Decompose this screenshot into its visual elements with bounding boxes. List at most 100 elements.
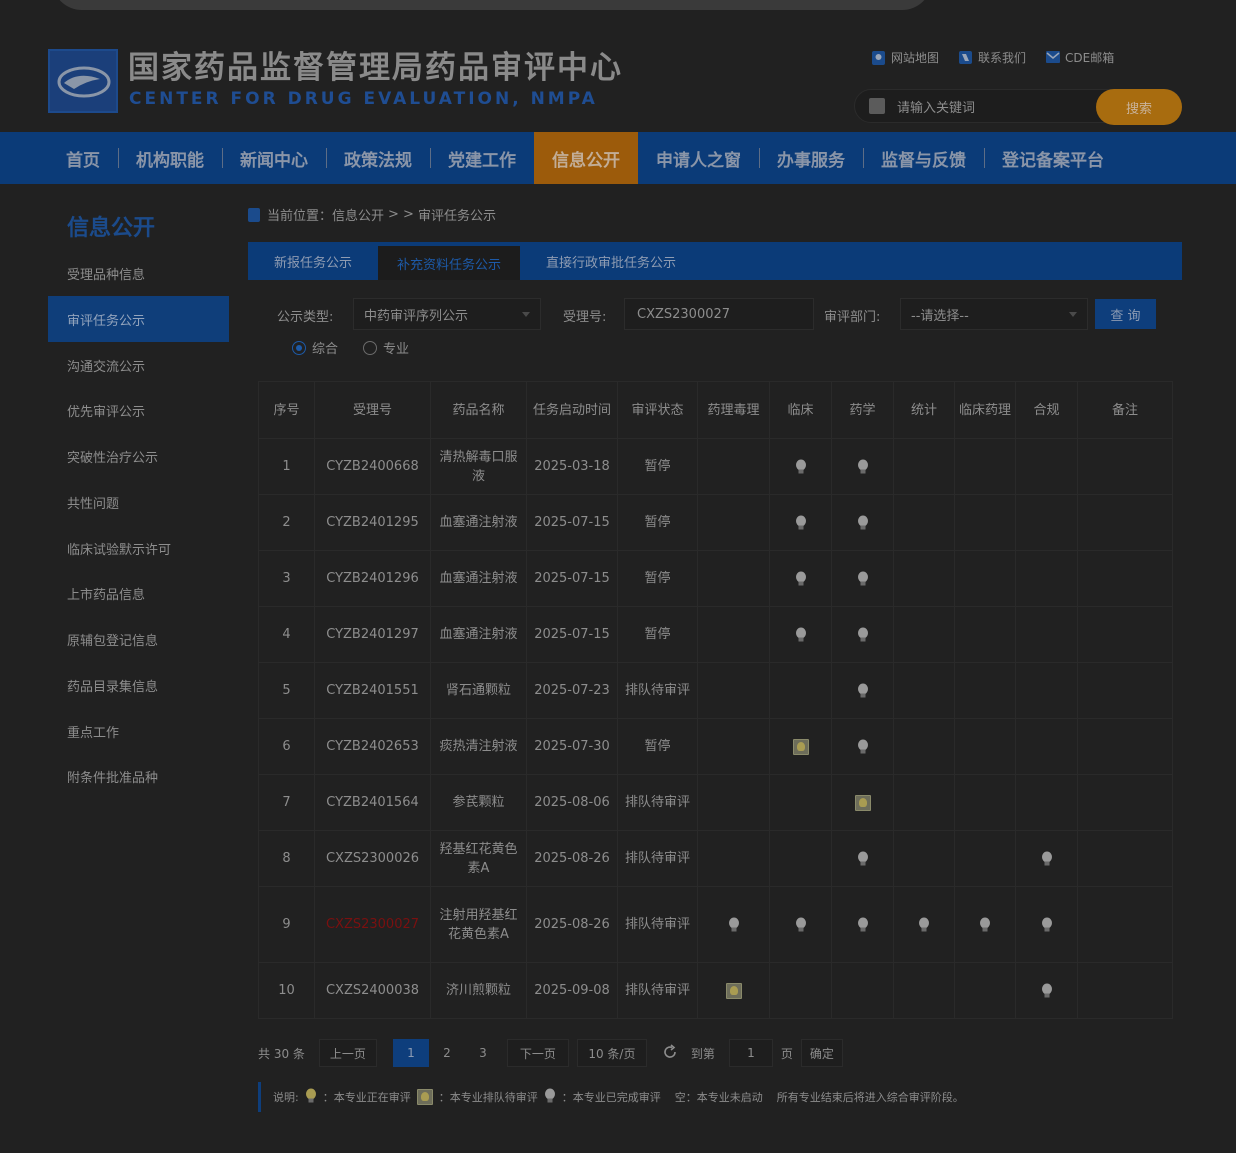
mail-link[interactable]: CDE邮箱 — [1046, 49, 1114, 66]
cell-status: 暂停 — [617, 550, 698, 607]
search-icon — [869, 98, 885, 114]
sitemap-link[interactable]: 网站地图 — [872, 49, 939, 66]
radio-specialty-label: 专业 — [383, 342, 410, 357]
sidebar-item-accepted[interactable]: 受理品种信息 — [48, 250, 229, 296]
nav-party[interactable]: 党建工作 — [430, 132, 534, 184]
cell-no: 10 — [258, 962, 315, 1019]
contact-link[interactable]: 联系我们 — [959, 49, 1026, 66]
page-3-button[interactable]: 3 — [465, 1039, 501, 1067]
cell-accept-no[interactable]: CXZS2300027 — [314, 886, 431, 963]
legend-done: ：本专业已完成审评 — [561, 1091, 661, 1104]
nav-applicant[interactable]: 申请人之窗 — [638, 132, 759, 184]
cell-status: 排队待审评 — [617, 886, 698, 963]
search-button[interactable]: 搜索 — [1096, 89, 1182, 125]
cell-accept-no[interactable]: CXZS2400038 — [314, 962, 431, 1019]
cell-start-time: 2025-07-23 — [526, 662, 618, 719]
goto-label: 到第 — [690, 1046, 715, 1061]
page-1-button[interactable]: 1 — [392, 1039, 429, 1067]
sidebar-item-review-tasks[interactable]: 审评任务公示 — [48, 296, 229, 342]
table-row: 8 CXZS2300026 羟基红花黄色素A 2025-08-26 排队待审评 — [258, 830, 1173, 887]
cell-specialty-status — [769, 774, 832, 831]
nav-functions[interactable]: 机构职能 — [118, 132, 222, 184]
tab-supplement-tasks[interactable]: 补充资料任务公示 — [378, 246, 521, 280]
cell-specialty-status — [954, 550, 1016, 607]
chevron-down-icon — [1069, 312, 1077, 317]
breadcrumb-sep: > > — [388, 207, 414, 222]
nav-registration[interactable]: 登记备案平台 — [984, 132, 1122, 184]
main-nav: 首页 机构职能 新闻中心 政策法规 党建工作 信息公开 申请人之窗 办事服务 监… — [0, 132, 1236, 184]
site-logo[interactable] — [48, 49, 118, 113]
next-page-button[interactable]: 下一页 — [506, 1039, 569, 1067]
cell-specialty-status — [769, 886, 832, 963]
sidebar-item-breakthrough[interactable]: 突破性治疗公示 — [48, 433, 229, 479]
nav-services[interactable]: 办事服务 — [759, 132, 863, 184]
sidebar-item-marketed[interactable]: 上市药品信息 — [48, 570, 229, 616]
bulb-lit-icon — [857, 515, 869, 531]
breadcrumb-prefix[interactable]: 当前位置：信息公开 — [267, 205, 384, 224]
bulb-queued-icon — [854, 794, 871, 811]
col-pharm-tox: 药理毒理 — [697, 381, 770, 439]
cell-drug-name: 清热解毒口服液 — [430, 438, 527, 495]
cell-accept-no[interactable]: CYZB2401551 — [314, 662, 431, 719]
cell-accept-no[interactable]: CYZB2401297 — [314, 606, 431, 663]
cell-accept-no[interactable]: CYZB2401295 — [314, 494, 431, 551]
cell-accept-no[interactable]: CYZB2401296 — [314, 550, 431, 607]
cell-specialty-status — [1015, 606, 1078, 663]
cell-no: 5 — [258, 662, 315, 719]
cell-specialty-status — [697, 662, 770, 719]
page-size-select[interactable]: 10 条/页 — [576, 1039, 647, 1067]
table-row: 2 CYZB2401295 血塞通注射液 2025-07-15 暂停 — [258, 494, 1173, 551]
sidebar-item-excipients[interactable]: 原辅包登记信息 — [48, 616, 229, 662]
cell-specialty-status — [893, 662, 955, 719]
cell-specialty-status — [1077, 962, 1173, 1019]
cell-specialty-status — [697, 962, 770, 1019]
sidebar-item-clinical-trial[interactable]: 临床试验默示许可 — [48, 525, 229, 571]
radio-dot-checked — [292, 340, 306, 355]
sidebar-item-common-issues[interactable]: 共性问题 — [48, 479, 229, 525]
cell-accept-no[interactable]: CYZB2401564 — [314, 774, 431, 831]
goto-confirm-button[interactable]: 确定 — [800, 1039, 843, 1067]
refresh-icon[interactable] — [661, 1043, 679, 1064]
cell-specialty-status — [831, 774, 894, 831]
cell-accept-no[interactable]: CXZS2300026 — [314, 830, 431, 887]
page-2-button[interactable]: 2 — [429, 1039, 465, 1067]
nav-home[interactable]: 首页 — [48, 132, 118, 184]
cell-no: 7 — [258, 774, 315, 831]
mail-label: CDE邮箱 — [1065, 51, 1115, 65]
accept-no-input[interactable] — [624, 298, 814, 330]
cell-no: 1 — [258, 438, 315, 495]
search-input[interactable] — [895, 97, 1089, 119]
sidebar-item-catalog[interactable]: 药品目录集信息 — [48, 662, 229, 708]
cell-specialty-status — [954, 962, 1016, 1019]
cell-specialty-status — [831, 830, 894, 887]
cell-specialty-status — [1015, 494, 1078, 551]
sidebar-item-communication[interactable]: 沟通交流公示 — [48, 342, 229, 388]
nav-policy[interactable]: 政策法规 — [326, 132, 430, 184]
cell-accept-no[interactable]: CYZB2400668 — [314, 438, 431, 495]
cell-specialty-status — [697, 830, 770, 887]
cell-specialty-status — [1077, 774, 1173, 831]
tab-direct-approval[interactable]: 直接行政审批任务公示 — [520, 242, 702, 280]
sidebar-item-conditional[interactable]: 附条件批准品种 — [48, 753, 229, 799]
cell-accept-no[interactable]: CYZB2402653 — [314, 718, 431, 775]
cell-specialty-status — [1077, 438, 1173, 495]
sidebar-item-priority[interactable]: 优先审评公示 — [48, 387, 229, 433]
goto-page-input[interactable]: 1 — [728, 1039, 773, 1067]
radio-specialty[interactable]: 专业 — [363, 338, 409, 357]
bulb-lit-icon — [1041, 983, 1053, 999]
radio-comprehensive[interactable]: 综合 — [292, 338, 338, 357]
type-select[interactable]: 中药审评序列公示 — [353, 298, 541, 330]
cell-specialty-status — [893, 606, 955, 663]
cell-specialty-status — [954, 718, 1016, 775]
cell-specialty-status — [769, 494, 832, 551]
radio-comprehensive-label: 综合 — [312, 342, 339, 357]
tab-new-tasks[interactable]: 新报任务公示 — [248, 242, 378, 280]
dept-select[interactable]: --请选择-- — [900, 298, 1088, 330]
prev-page-button[interactable]: 上一页 — [318, 1039, 377, 1067]
nav-news[interactable]: 新闻中心 — [222, 132, 326, 184]
nav-info-public[interactable]: 信息公开 — [534, 132, 638, 184]
sidebar-item-key-work[interactable]: 重点工作 — [48, 708, 229, 754]
query-button[interactable]: 查 询 — [1095, 299, 1156, 329]
nav-supervision[interactable]: 监督与反馈 — [863, 132, 984, 184]
cell-specialty-status — [954, 494, 1016, 551]
